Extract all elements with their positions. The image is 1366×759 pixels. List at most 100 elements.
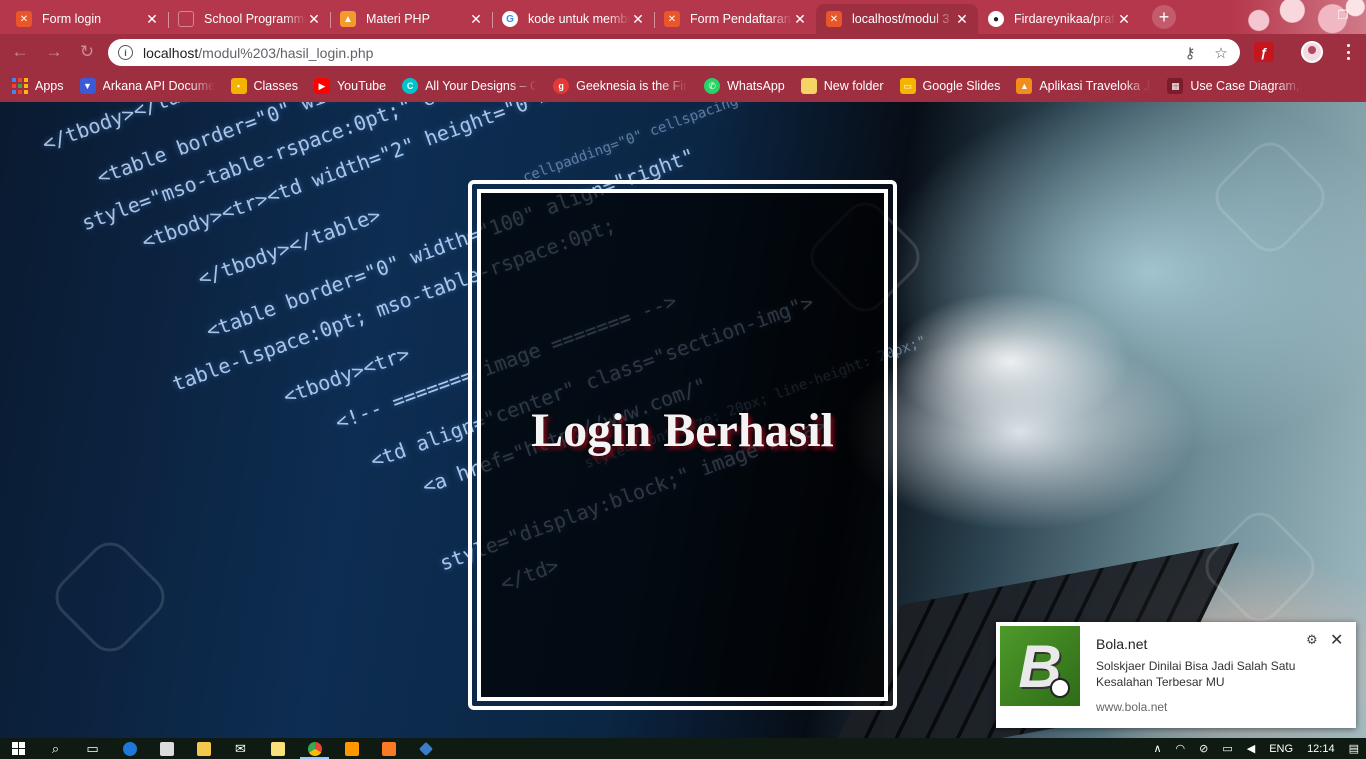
- canva-icon: C: [402, 78, 419, 94]
- back-icon[interactable]: ←: [8, 40, 32, 64]
- language-indicator[interactable]: ENG: [1269, 743, 1293, 755]
- bookmark-label: Google Slides: [922, 79, 1001, 93]
- tab-school-programming[interactable]: School Programming ✕: [168, 4, 330, 34]
- tab-form-pendaftaran[interactable]: ✕ Form Pendaftaran ✕: [654, 4, 816, 34]
- whatsapp-icon: ✆: [704, 78, 721, 94]
- usecase-icon: ▦: [1167, 78, 1184, 94]
- task-view-icon[interactable]: ▭: [74, 738, 111, 759]
- file-explorer-icon[interactable]: [185, 738, 222, 759]
- google-icon: G: [502, 11, 518, 27]
- star-icon[interactable]: ☆: [1211, 43, 1231, 63]
- gear-icon[interactable]: ⚙: [1306, 632, 1318, 648]
- login-result-frame: Login Berhasil: [468, 180, 897, 710]
- chevron-up-icon[interactable]: ∧: [1153, 742, 1161, 755]
- url-path: /modul%203/hasil_login.php: [198, 44, 374, 61]
- action-center-icon[interactable]: ▤: [1349, 742, 1359, 755]
- bookmark-label: Use Case Diagram,Sk: [1190, 79, 1303, 93]
- url-text[interactable]: localhost/modul%203/hasil_login.php: [143, 45, 373, 61]
- store-icon[interactable]: [148, 738, 185, 759]
- tab-title: School Programming: [204, 12, 306, 26]
- bookmark-whatsapp[interactable]: ✆ WhatsApp: [704, 78, 785, 94]
- tab-kode-untuk-membuat[interactable]: G kode untuk membuat ✕: [492, 4, 654, 34]
- close-icon[interactable]: ✕: [1116, 11, 1132, 27]
- bookmark-arkana[interactable]: ▼ Arkana API Documentation: [79, 78, 215, 94]
- notification-title: Bola.net: [1096, 636, 1148, 652]
- watermark-icon: [46, 533, 174, 661]
- volume-icon[interactable]: ◀: [1247, 742, 1255, 755]
- bookmark-canva[interactable]: C All Your Designs – Canva: [402, 78, 537, 94]
- bookmark-label: WhatsApp: [727, 79, 785, 93]
- sublime-icon[interactable]: [333, 738, 370, 759]
- tab-form-login[interactable]: ✕ Form login ✕: [6, 4, 168, 34]
- mail-icon[interactable]: ✉: [222, 738, 259, 759]
- bookmark-apps[interactable]: Apps: [12, 78, 64, 94]
- new-tab-button[interactable]: +: [1152, 5, 1176, 29]
- address-bar[interactable]: i localhost/modul%203/hasil_login.php ⚷ …: [108, 39, 1240, 66]
- watermark-icon: [1206, 133, 1334, 261]
- url-host: localhost: [143, 44, 199, 61]
- xampp-taskbar-icon[interactable]: [370, 738, 407, 759]
- arkana-icon: ▼: [79, 78, 96, 94]
- edge-icon[interactable]: [111, 738, 148, 759]
- push-notification[interactable]: B Bola.net Solskjaer Dinilai Bisa Jadi S…: [996, 622, 1356, 728]
- tab-title: Form login: [42, 12, 102, 26]
- bookmark-label: All Your Designs – Canva: [425, 79, 538, 93]
- windows-taskbar: ⌕ ▭ ✉ ∧ ◠ ⊘ ▭ ◀ ENG 12:14 ▤: [0, 738, 1366, 759]
- apps-grid-icon: [12, 78, 28, 94]
- search-icon[interactable]: ⌕: [37, 738, 74, 759]
- tab-localhost-modul[interactable]: ✕ localhost/modul 3 ✕: [816, 4, 978, 34]
- tab-title: Form Pendaftaran: [690, 12, 791, 26]
- start-icon[interactable]: [0, 738, 37, 759]
- close-icon[interactable]: ✕: [306, 11, 322, 27]
- bookmark-geeknesia[interactable]: g Geeknesia is the First: [553, 78, 688, 94]
- close-icon[interactable]: ✕: [792, 11, 808, 27]
- bookmark-traveloka[interactable]: ▲ Aplikasi Traveloka .htm: [1016, 78, 1151, 94]
- info-icon[interactable]: i: [118, 45, 133, 60]
- key-icon[interactable]: ⚷: [1180, 43, 1200, 63]
- wifi-icon[interactable]: ◠: [1176, 742, 1186, 755]
- close-icon[interactable]: ✕: [630, 11, 646, 27]
- tab-materi-php[interactable]: ▲ Materi PHP ✕: [330, 4, 492, 34]
- classroom-icon: ▪: [230, 78, 247, 94]
- folder-icon: [800, 78, 817, 94]
- git-icon[interactable]: [407, 738, 444, 759]
- bookmark-youtube[interactable]: ▶ YouTube: [313, 78, 386, 94]
- youtube-icon: ▶: [313, 78, 330, 94]
- menu-icon[interactable]: [1340, 42, 1356, 62]
- forward-icon[interactable]: →: [42, 40, 66, 64]
- notification-body: Solskjaer Dinilai Bisa Jadi Salah Satu K…: [1096, 659, 1296, 689]
- bookmark-new-folder[interactable]: New folder: [800, 78, 884, 94]
- bookmark-use-case[interactable]: ▦ Use Case Diagram,Sk: [1167, 78, 1302, 94]
- close-icon[interactable]: ✕: [1330, 630, 1343, 650]
- close-icon[interactable]: ✕: [468, 11, 484, 27]
- close-icon[interactable]: ✕: [144, 11, 160, 27]
- bookmark-google-slides[interactable]: ▭ Google Slides: [899, 78, 1001, 94]
- bookmark-label: Apps: [35, 79, 64, 93]
- football-icon: [1050, 678, 1070, 698]
- xampp-icon: ✕: [664, 11, 680, 27]
- flash-extension-icon[interactable]: ƒ: [1254, 42, 1274, 62]
- bookmark-label: Geeknesia is the First: [576, 79, 689, 93]
- tab-list: ✕ Form login ✕ School Programming ✕ ▲ Ma…: [6, 0, 1140, 34]
- chrome-icon[interactable]: [296, 738, 333, 759]
- reload-icon[interactable]: ↻: [75, 40, 99, 64]
- geeknesia-icon: g: [553, 78, 570, 94]
- battery-icon[interactable]: ▭: [1222, 742, 1232, 755]
- tab-github[interactable]: ● Firdareynikaa/pratikum ✕: [978, 4, 1140, 34]
- bookmark-label: Aplikasi Traveloka .htm: [1039, 79, 1152, 93]
- restore-icon[interactable]: ❐: [1320, 0, 1366, 30]
- bookmark-classes[interactable]: ▪ Classes: [230, 78, 298, 94]
- window-controls: ❐: [1320, 0, 1366, 30]
- tab-title: localhost/modul 3: [852, 12, 950, 26]
- system-tray: ∧ ◠ ⊘ ▭ ◀ ENG 12:14 ▤: [1146, 738, 1366, 759]
- bookmark-label: New folder: [823, 79, 884, 93]
- clock[interactable]: 12:14: [1307, 743, 1335, 755]
- close-icon[interactable]: ✕: [954, 11, 970, 27]
- notification-logo: B: [1000, 626, 1080, 706]
- notes-icon[interactable]: [259, 738, 296, 759]
- github-icon: ●: [988, 11, 1004, 27]
- tab-strip: ✕ Form login ✕ School Programming ✕ ▲ Ma…: [0, 0, 1366, 34]
- notification-site: www.bola.net: [1096, 700, 1168, 714]
- profile-avatar[interactable]: [1301, 41, 1323, 63]
- network-icon[interactable]: ⊘: [1199, 742, 1208, 755]
